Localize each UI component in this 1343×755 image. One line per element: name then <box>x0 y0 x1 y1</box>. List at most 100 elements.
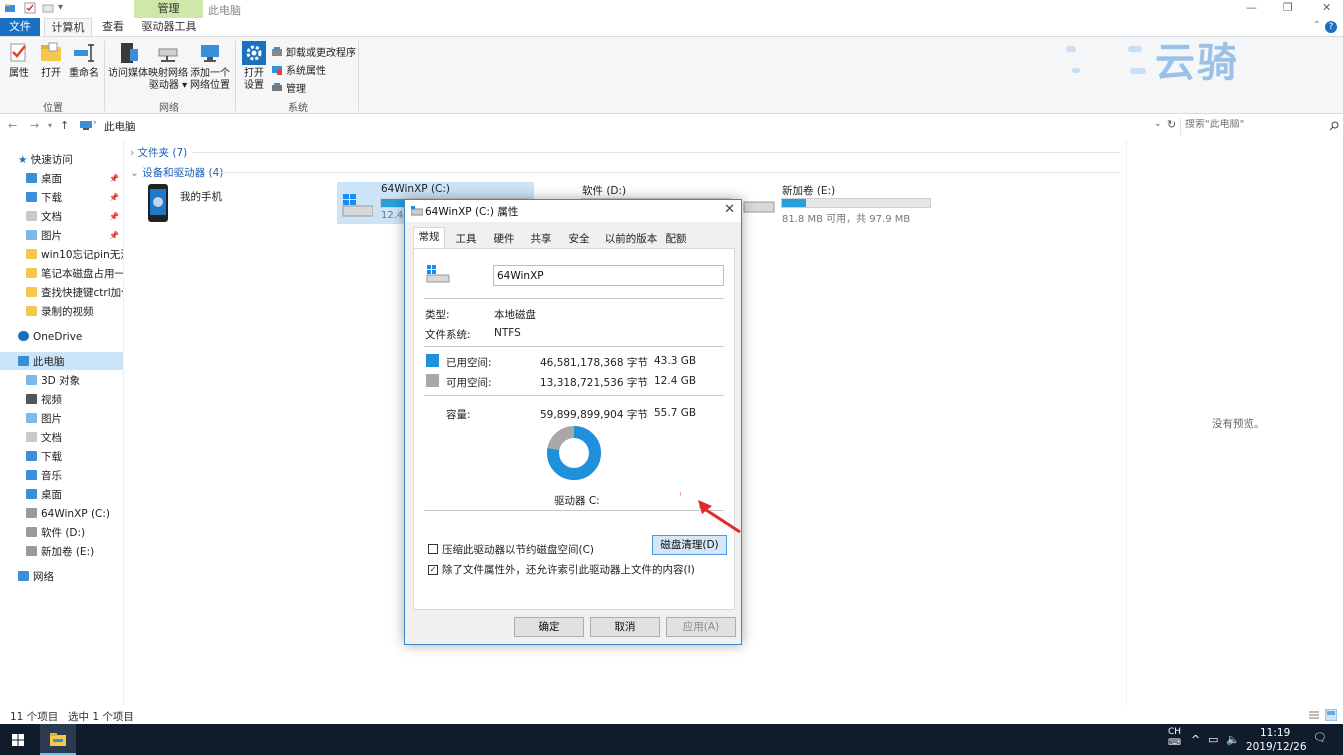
tray-overflow-icon[interactable]: ^ <box>1191 733 1200 746</box>
nav-item-music[interactable]: 音乐 <box>26 467 62 485</box>
address-dropdown-icon[interactable]: ⌄ <box>1154 119 1162 129</box>
search-input[interactable] <box>1185 119 1325 130</box>
map-network-drive-button[interactable]: 映射网络 驱动器 ▾ <box>148 41 188 92</box>
nav-onedrive[interactable]: OneDrive <box>18 328 82 346</box>
nav-item-folder[interactable]: 查找快捷键ctrl加什么 <box>26 284 123 302</box>
tab-previous-versions[interactable]: 以前的版本 <box>603 230 659 248</box>
refresh-icon[interactable]: ↻ <box>1167 118 1176 131</box>
address-path[interactable]: 此电脑 <box>104 119 136 134</box>
tab-tools[interactable]: 工具 <box>451 230 481 248</box>
nav-item-folder[interactable]: 录制的视频 <box>26 303 123 321</box>
disk-cleanup-button[interactable]: 磁盘清理(D) <box>652 535 727 555</box>
nav-item-pictures[interactable]: 图片 📌 <box>26 227 123 245</box>
drive-e-tile[interactable]: 新加卷 (E:) 81.8 MB 可用，共 97.9 MB <box>740 182 940 225</box>
open-button[interactable]: 打开 <box>38 41 64 80</box>
download-icon <box>26 192 37 202</box>
preview-empty-text: 没有预览。 <box>1212 418 1265 430</box>
minimize-button[interactable]: — <box>1246 1 1257 14</box>
add-network-location-button[interactable]: 添加一个 网络位置 <box>188 41 232 92</box>
map-drive-label: 映射网络 <box>148 68 188 79</box>
properties-button[interactable]: 属性 <box>6 41 32 80</box>
clock-time[interactable]: 11:19 <box>1260 727 1290 739</box>
clock-date[interactable]: 2019/12/26 <box>1246 741 1307 753</box>
nav-quick-access[interactable]: ★ 快速访问 <box>18 151 73 169</box>
uninstall-programs-button[interactable]: 卸载或更改程序 <box>272 44 356 59</box>
input-method-indicator[interactable]: CH ⌨ <box>1168 727 1181 749</box>
nav-item-drive-e[interactable]: 新加卷 (E:) <box>26 543 94 561</box>
nav-item-documents-pc[interactable]: 文档 <box>26 429 62 447</box>
nav-item-drive-c[interactable]: 64WinXP (C:) <box>26 505 110 523</box>
nav-item-3d-objects[interactable]: 3D 对象 <box>26 372 80 390</box>
rename-button[interactable]: 重命名 <box>68 41 100 80</box>
apply-button[interactable]: 应用(A) <box>666 617 736 637</box>
nav-item-downloads[interactable]: 下载 📌 <box>26 189 123 207</box>
forward-arrow-icon[interactable]: → <box>30 119 39 132</box>
start-button[interactable] <box>0 724 36 755</box>
nav-item-desktop-pc[interactable]: 桌面 <box>26 486 62 504</box>
nav-item-documents[interactable]: 文档 📌 <box>26 208 123 226</box>
pin-icon[interactable]: 📌 <box>109 189 119 207</box>
ok-button[interactable]: 确定 <box>514 617 584 637</box>
tab-hardware[interactable]: 硬件 <box>489 230 519 248</box>
windows-drive-icon <box>426 265 450 283</box>
nav-this-pc[interactable]: 此电脑 <box>18 353 65 371</box>
nav-item-drive-d[interactable]: 软件 (D:) <box>26 524 85 542</box>
system-properties-button[interactable]: 系统属性 <box>272 62 326 77</box>
collapse-ribbon-icon[interactable]: ⌃ <box>1313 20 1321 31</box>
tab-quota[interactable]: 配额 <box>661 230 691 248</box>
music-icon <box>26 470 37 480</box>
recent-locations-icon[interactable]: ▾ <box>48 121 52 130</box>
large-icons-view-icon[interactable] <box>1325 709 1337 721</box>
index-checkbox[interactable]: ✓ <box>428 565 438 575</box>
nav-item-pictures-pc[interactable]: 图片 <box>26 410 62 428</box>
title-bar: ▾ 管理 此电脑 — ❐ ✕ <box>0 0 1343 18</box>
tab-view[interactable]: 查看 <box>96 18 130 36</box>
maximize-button[interactable]: ❐ <box>1283 1 1293 14</box>
folders-group-header[interactable]: › 文件夹 (7) <box>130 145 187 160</box>
nav-item-folder[interactable]: 笔记本磁盘占用一直 <box>26 265 123 283</box>
nav-item-folder[interactable]: win10忘记pin无法登录 <box>26 246 123 264</box>
properties-quick-icon[interactable] <box>24 2 36 17</box>
tab-general[interactable]: 常规 <box>413 227 445 249</box>
back-arrow-icon[interactable]: ← <box>8 119 17 132</box>
phone-label: 我的手机 <box>180 191 222 203</box>
folder-icon <box>26 306 37 316</box>
search-icon[interactable] <box>1329 121 1339 131</box>
close-button[interactable]: ✕ <box>1322 1 1331 14</box>
access-media-button[interactable]: 访问媒体 <box>108 41 148 80</box>
nav-network[interactable]: 网络 <box>18 568 54 586</box>
devices-group-header[interactable]: ⌄ 设备和驱动器 (4) <box>130 165 223 180</box>
nav-item-videos[interactable]: 视频 <box>26 391 62 409</box>
cancel-button[interactable]: 取消 <box>590 617 660 637</box>
new-folder-quick-icon[interactable] <box>42 2 54 17</box>
breadcrumb-chevron-icon[interactable]: › <box>93 118 97 128</box>
up-arrow-icon[interactable]: ↑ <box>60 119 69 132</box>
dialog-titlebar[interactable]: 64WinXP (C:) 属性 ✕ <box>405 200 741 222</box>
dialog-close-button[interactable]: ✕ <box>724 202 735 217</box>
pin-icon[interactable]: 📌 <box>109 170 119 188</box>
programs-icon <box>272 47 282 56</box>
tab-file[interactable]: 文件 <box>0 18 40 36</box>
manage-button[interactable]: 管理 <box>272 80 306 95</box>
network-tray-icon[interactable]: ▭ <box>1208 733 1218 746</box>
nav-item-downloads-pc[interactable]: 下载 <box>26 448 62 466</box>
taskbar-file-explorer[interactable] <box>40 724 76 755</box>
compress-checkbox[interactable] <box>428 544 438 554</box>
tab-drive-tools[interactable]: 驱动器工具 <box>136 18 202 36</box>
pin-icon[interactable]: 📌 <box>109 227 119 245</box>
address-bar[interactable]: › 此电脑 ⌄ ↻ <box>76 117 1176 135</box>
device-my-phone[interactable]: 我的手机 <box>144 184 254 226</box>
volume-icon[interactable]: 🔈 <box>1226 733 1240 746</box>
drive-name-input[interactable] <box>493 265 724 286</box>
customize-quick-access-icon[interactable]: ▾ <box>58 2 63 13</box>
details-view-icon[interactable] <box>1308 710 1320 720</box>
tab-security[interactable]: 安全 <box>564 230 594 248</box>
tab-computer[interactable]: 计算机 <box>44 18 92 36</box>
notifications-icon[interactable]: 🗨 <box>1313 731 1327 744</box>
nav-item-desktop[interactable]: 桌面 📌 <box>26 170 123 188</box>
search-box[interactable] <box>1180 117 1339 135</box>
tab-sharing[interactable]: 共享 <box>526 230 556 248</box>
help-icon[interactable]: ? <box>1325 21 1337 33</box>
open-settings-button[interactable]: 打开 设置 <box>240 41 268 92</box>
pin-icon[interactable]: 📌 <box>109 208 119 226</box>
